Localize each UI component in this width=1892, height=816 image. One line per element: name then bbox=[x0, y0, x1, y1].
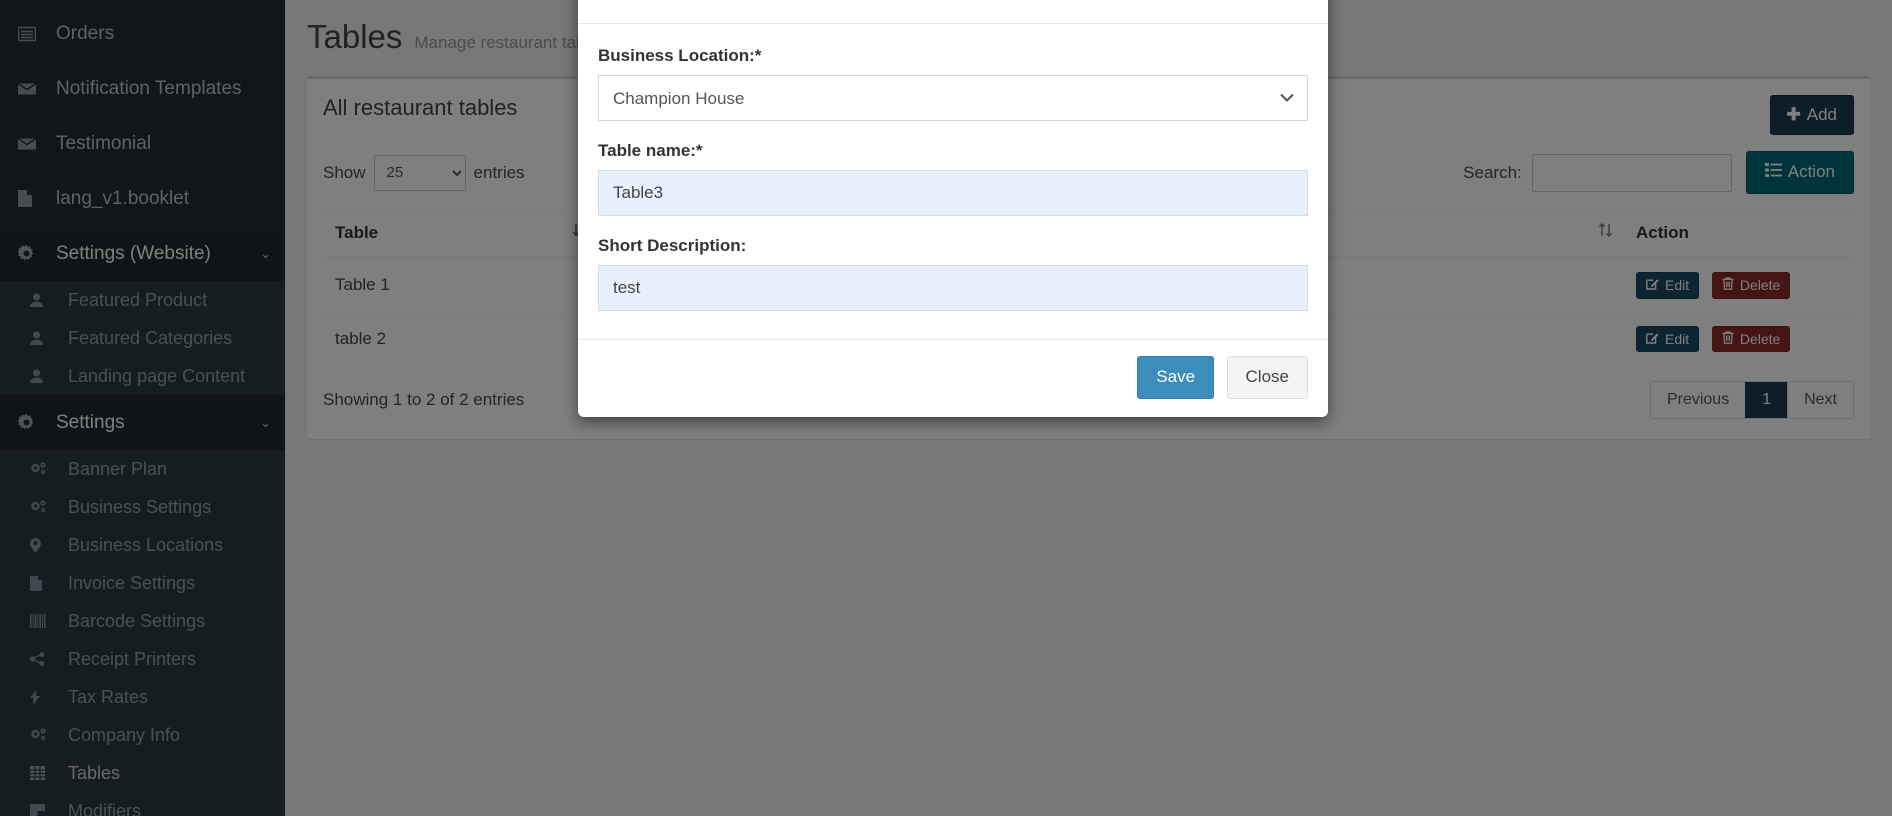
business-location-select[interactable]: Champion House bbox=[598, 75, 1308, 122]
modal-footer: Save Close bbox=[578, 339, 1328, 416]
table-name-group: Table name:* bbox=[598, 141, 1308, 217]
table-name-input[interactable] bbox=[598, 170, 1308, 217]
table-name-label: Table name:* bbox=[598, 141, 703, 161]
short-description-input[interactable] bbox=[598, 265, 1308, 312]
save-button[interactable]: Save bbox=[1137, 356, 1215, 399]
business-location-group: Business Location:* Champion House bbox=[598, 46, 1308, 122]
add-table-modal: Add table × Business Location:* Champion… bbox=[578, 0, 1328, 417]
modal-header: Add table × bbox=[578, 0, 1328, 25]
modal-body: Business Location:* Champion House Table… bbox=[578, 24, 1328, 339]
close-button[interactable]: Close bbox=[1226, 356, 1308, 399]
business-location-label: Business Location:* bbox=[598, 46, 762, 66]
short-description-group: Short Description: bbox=[598, 236, 1308, 312]
app-root: Orders Notification Templates Testimonia… bbox=[0, 0, 1892, 816]
business-location-select-wrap: Champion House bbox=[598, 75, 1308, 122]
modal-title: Add table bbox=[600, 0, 693, 6]
short-description-label: Short Description: bbox=[598, 236, 747, 256]
